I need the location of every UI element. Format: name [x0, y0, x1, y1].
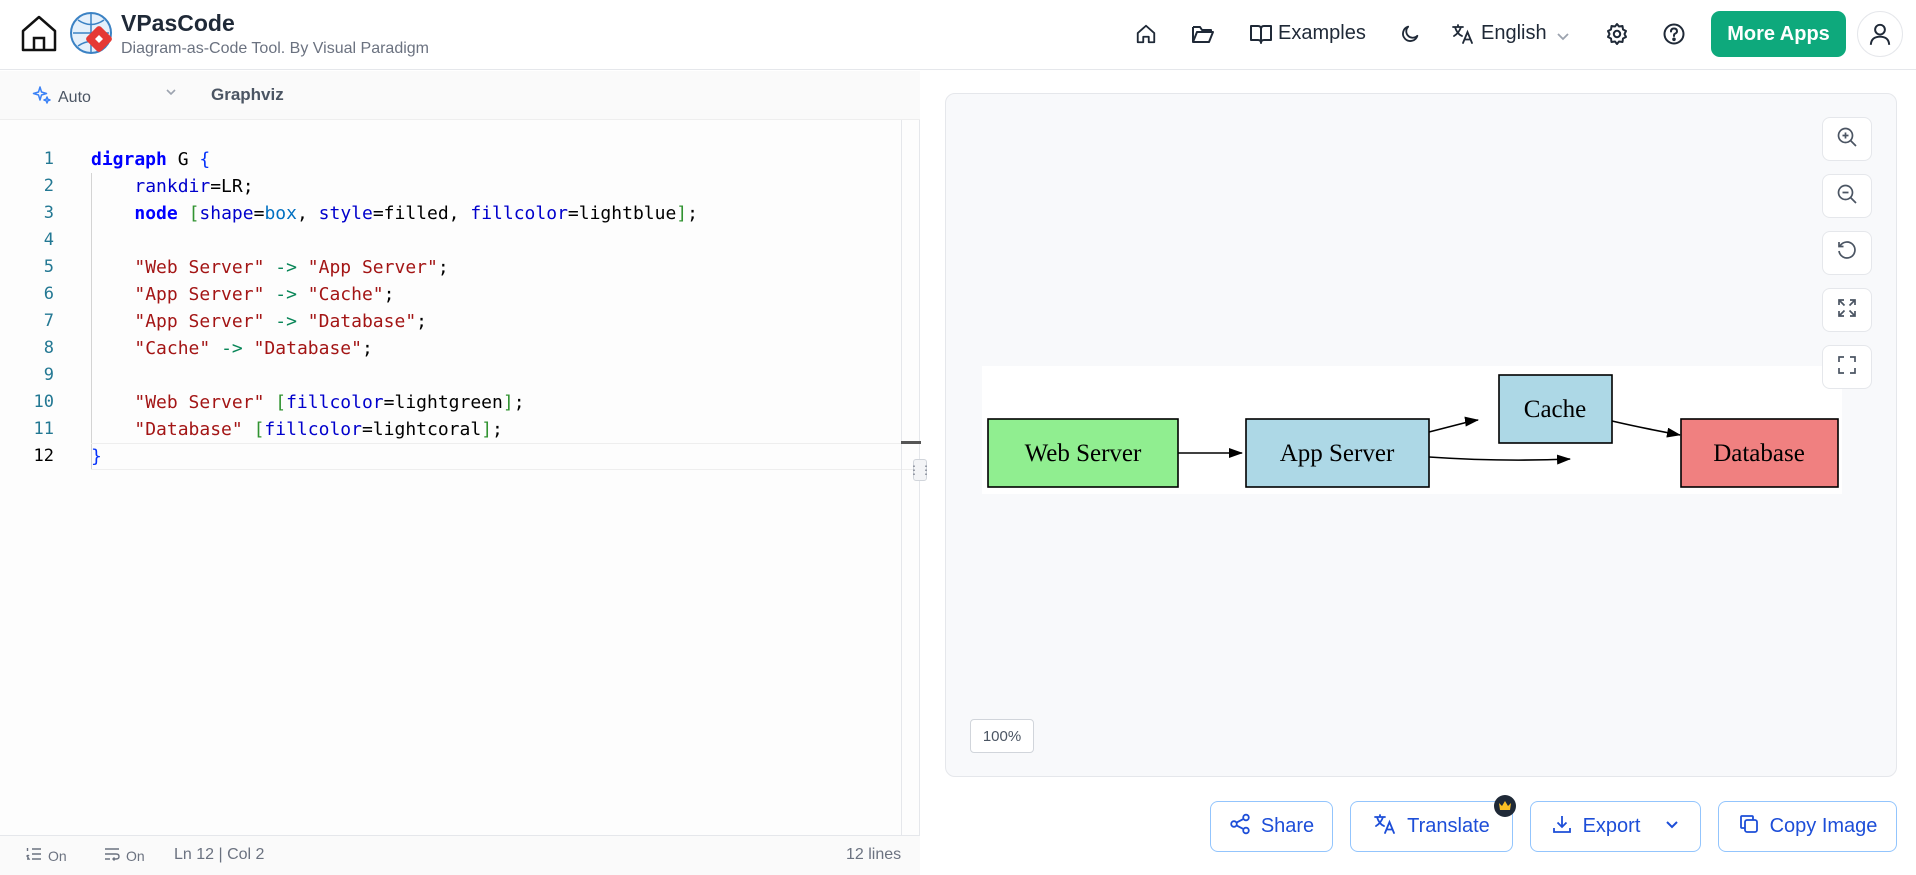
mode-chevron-down-icon[interactable]: [164, 85, 178, 102]
code-line: 7 "App Server" -> "Database";: [0, 308, 900, 335]
code-line: 4: [0, 227, 900, 254]
fullscreen-button[interactable]: [1822, 345, 1872, 389]
moon-icon[interactable]: [1396, 20, 1424, 48]
line-number: 2: [43, 176, 54, 196]
editor-scrollbar[interactable]: [901, 120, 902, 835]
node-database: Database: [1680, 418, 1839, 488]
download-icon: [1551, 813, 1573, 841]
wrap-text-icon: [104, 847, 120, 864]
code-line: 12}: [0, 443, 900, 470]
folder-icon[interactable]: [1189, 20, 1217, 48]
graphviz-diagram[interactable]: Web Server App Server Cache Database: [982, 366, 1842, 499]
chevron-down-icon[interactable]: [1664, 815, 1680, 838]
line-number: 5: [43, 257, 54, 277]
code-line: 9: [0, 362, 900, 389]
home-icon[interactable]: [1132, 20, 1160, 48]
code-line: 1 digraph G {: [0, 146, 900, 173]
line-number: 9: [43, 365, 54, 385]
diagram-language-label: Graphviz: [211, 85, 284, 104]
app-title: VPasCode: [121, 10, 235, 36]
line-number: 6: [43, 284, 54, 304]
app-subtitle: Diagram-as-Code Tool. By Visual Paradigm: [121, 40, 429, 57]
fit-to-screen-button[interactable]: [1822, 288, 1872, 332]
gear-icon[interactable]: [1603, 20, 1631, 48]
auto-mode-label: Auto: [58, 88, 91, 106]
zoom-out-button[interactable]: [1822, 174, 1872, 218]
node-label: Cache: [1524, 396, 1586, 423]
language-selector[interactable]: English: [1481, 22, 1547, 45]
code-line: 10 "Web Server" [fillcolor=lightgreen];: [0, 389, 900, 416]
line-count: 12 lines: [846, 846, 902, 863]
fit-icon: [1836, 297, 1858, 324]
list-numbers-icon: [26, 847, 42, 864]
book-icon[interactable]: [1247, 20, 1275, 48]
line-number: 3: [43, 203, 54, 223]
code-editor[interactable]: 1 digraph G { 2 rankdir=LR; 3 node [shape…: [0, 146, 900, 470]
node-label: Database: [1713, 440, 1805, 467]
line-number: 4: [43, 230, 54, 250]
line-numbers-toggle[interactable]: On: [26, 847, 67, 864]
copy-image-button[interactable]: Copy Image: [1718, 801, 1897, 852]
translate-icon[interactable]: [1449, 20, 1477, 48]
user-icon[interactable]: [1857, 11, 1903, 57]
help-icon[interactable]: [1660, 20, 1688, 48]
translate-icon: [1373, 813, 1397, 841]
zoom-in-icon: [1836, 126, 1858, 153]
crown-icon: [1494, 795, 1516, 817]
diagram-preview[interactable]: Web Server App Server Cache Database 100…: [945, 93, 1897, 777]
reset-zoom-button[interactable]: [1822, 231, 1872, 275]
editor-status-bar: On On Ln 12 | Col 2 12 lines: [0, 835, 920, 875]
reset-icon: [1836, 240, 1858, 267]
code-editor-pane: Auto Graphviz 1 digraph G { 2 rankdir=LR;…: [0, 71, 932, 875]
line-number: 7: [43, 311, 54, 331]
fullscreen-icon: [1836, 354, 1858, 381]
line-number: 12: [33, 446, 54, 466]
line-number: 8: [43, 338, 54, 358]
examples-link[interactable]: Examples: [1278, 22, 1366, 45]
node-app-server: App Server: [1245, 418, 1430, 488]
share-icon: [1229, 813, 1251, 841]
more-apps-button[interactable]: More Apps: [1711, 11, 1846, 57]
vpascode-logo: [69, 11, 113, 55]
word-wrap-toggle[interactable]: On: [104, 847, 145, 864]
export-button[interactable]: Export: [1530, 801, 1701, 852]
app-header: VPasCode Diagram-as-Code Tool. By Visual…: [0, 0, 1916, 70]
zoom-in-button[interactable]: [1822, 117, 1872, 161]
node-web-server: Web Server: [987, 418, 1179, 488]
line-number: 11: [33, 419, 54, 439]
code-line: 3 node [shape=box, style=filled, fillcol…: [0, 200, 900, 227]
code-line: 6 "App Server" -> "Cache";: [0, 281, 900, 308]
code-line: 8 "Cache" -> "Database";: [0, 335, 900, 362]
line-number: 10: [33, 392, 54, 412]
cursor-ruler-marker: [901, 441, 921, 444]
node-cache: Cache: [1498, 374, 1613, 444]
copy-icon: [1738, 813, 1760, 841]
code-line: 2 rankdir=LR;: [0, 173, 900, 200]
code-line: 5 "Web Server" -> "App Server";: [0, 254, 900, 281]
diagram-canvas: Web Server App Server Cache Database: [982, 366, 1842, 494]
chevron-down-icon[interactable]: [1549, 22, 1577, 50]
node-label: App Server: [1280, 440, 1395, 467]
sparkle-icon: [32, 85, 52, 110]
node-label: Web Server: [1025, 440, 1142, 467]
editor-toolbar: Auto Graphviz: [0, 71, 920, 120]
zoom-level-indicator: 100%: [970, 719, 1034, 753]
auto-mode-button[interactable]: Auto: [32, 85, 91, 110]
line-number: 1: [43, 149, 54, 169]
pane-resize-handle[interactable]: ⋮⋮: [908, 459, 932, 481]
share-button[interactable]: Share: [1210, 801, 1333, 852]
translate-button[interactable]: Translate: [1350, 801, 1513, 852]
home-logo-icon[interactable]: [18, 12, 60, 54]
cursor-position: Ln 12 | Col 2: [174, 846, 265, 863]
code-line: 11 "Database" [fillcolor=lightcoral];: [0, 416, 900, 443]
zoom-out-icon: [1836, 183, 1858, 210]
